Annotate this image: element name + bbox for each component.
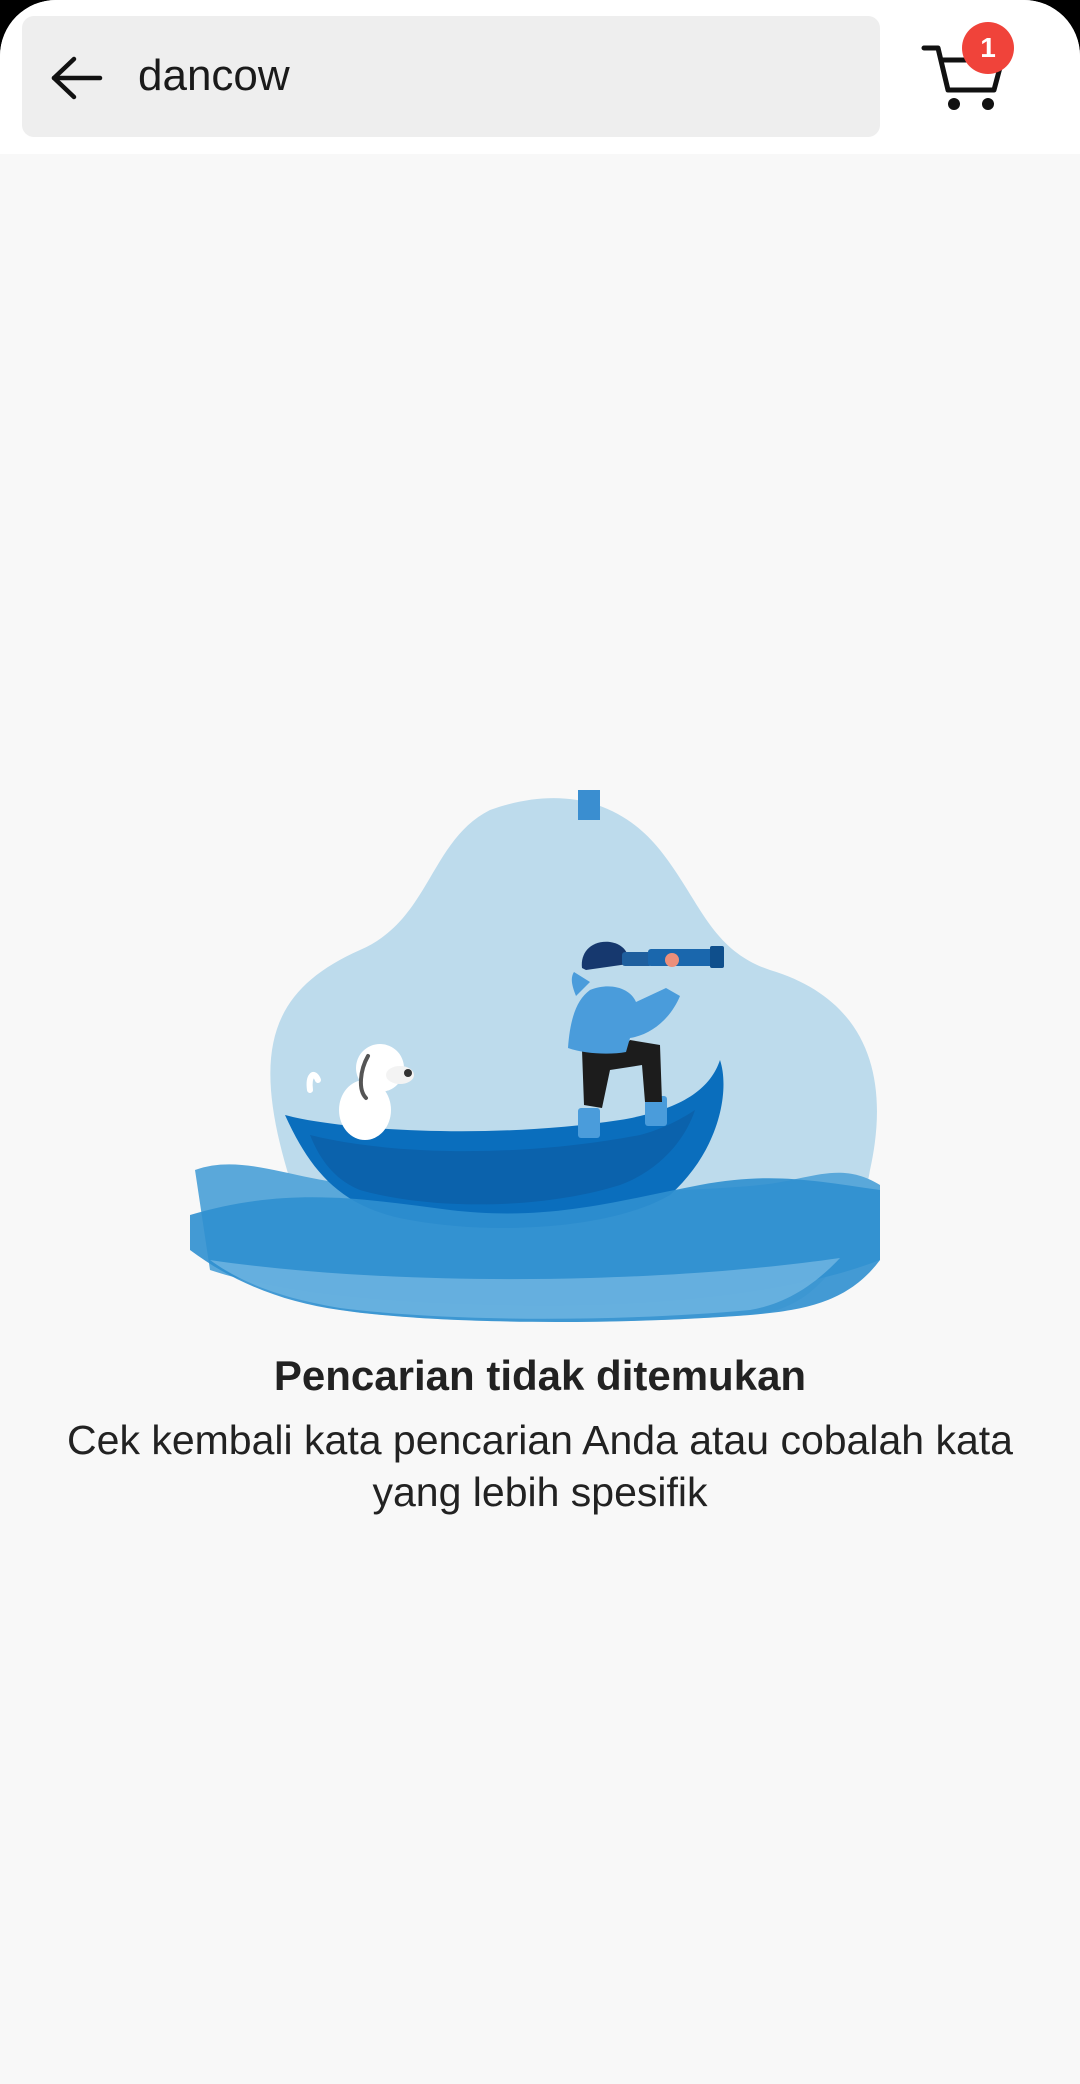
search-input[interactable] <box>138 30 838 122</box>
back-button[interactable] <box>44 46 108 110</box>
screen: 1 Pencarian tidak ditemukan Cek kembali <box>0 0 1080 2084</box>
empty-state-title: Pencarian tidak ditemukan <box>273 1352 807 1399</box>
boat-telescope-illustration <box>190 790 880 1322</box>
empty-state-subtitle: Cek kembali kata pencarian Anda atau cob… <box>67 1417 1013 1515</box>
search-header: 1 <box>0 0 1080 154</box>
cart-badge: 1 <box>962 22 1014 74</box>
arrow-left-icon <box>51 56 103 100</box>
